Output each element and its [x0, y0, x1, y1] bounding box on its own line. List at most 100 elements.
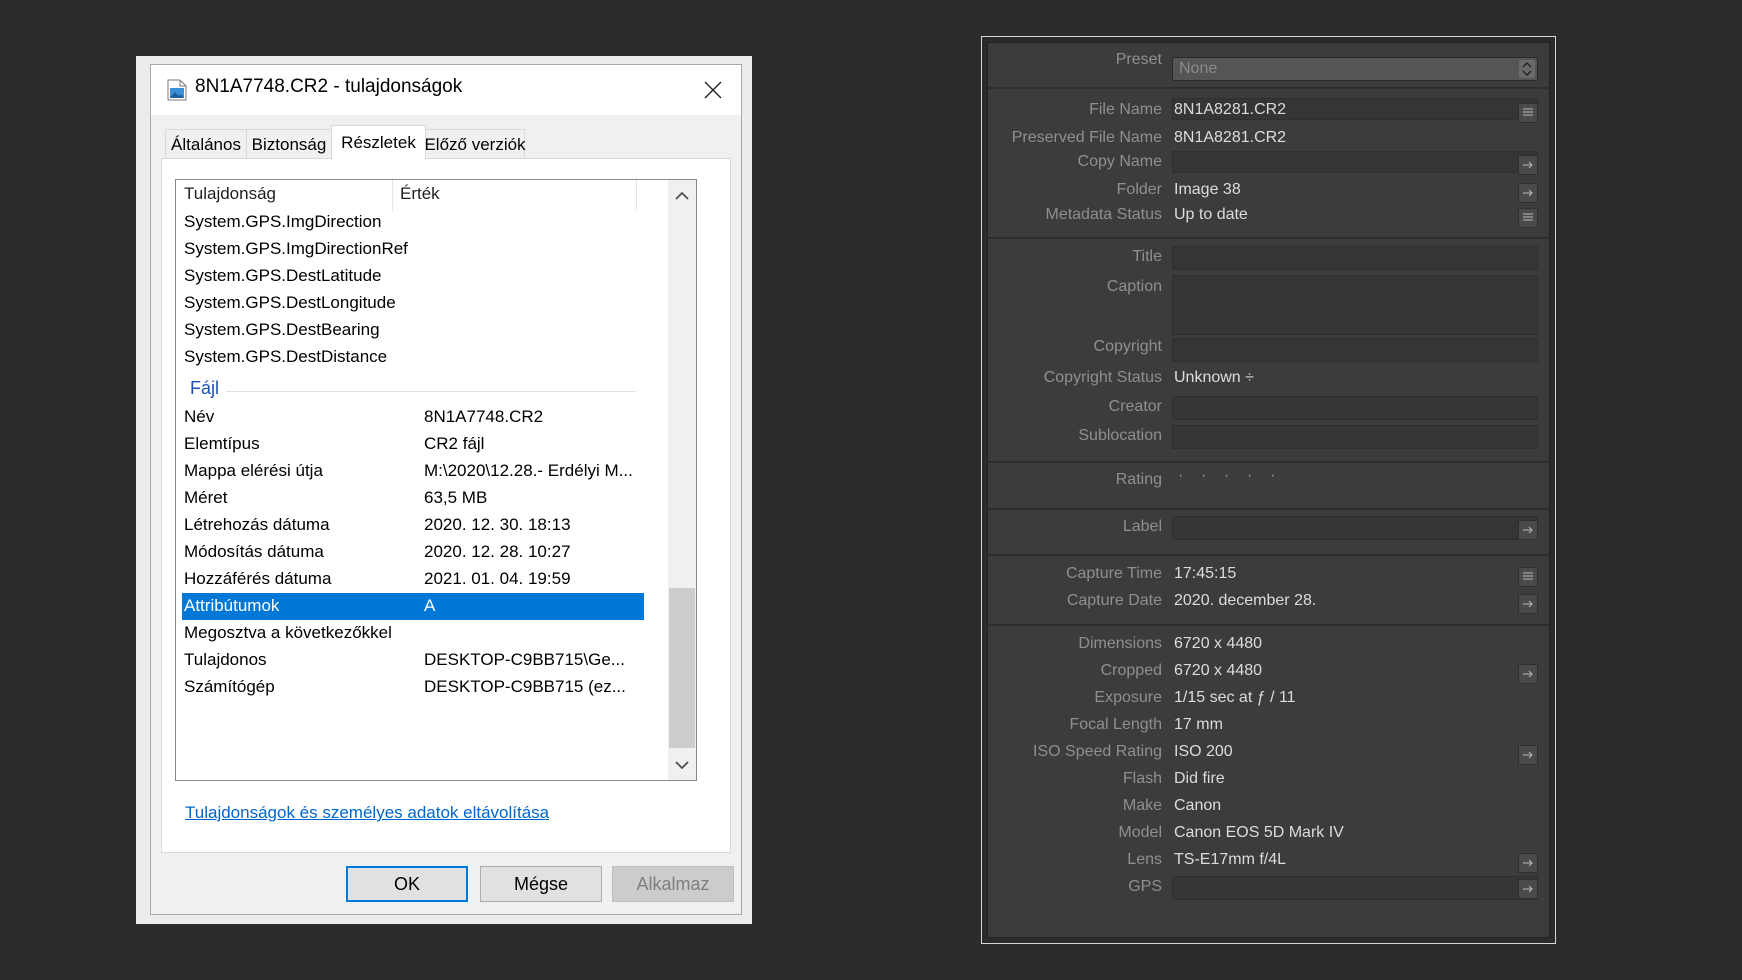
chevron-down-icon [675, 760, 689, 769]
go-to-arrow-icon[interactable] [1518, 745, 1538, 765]
rating-dot-5[interactable]: · [1270, 467, 1275, 485]
title-field[interactable] [1172, 246, 1538, 270]
image-file-icon [167, 79, 187, 101]
tab-security[interactable]: Biztonság [246, 129, 332, 159]
preset-select[interactable]: None [1172, 57, 1538, 81]
apply-button[interactable]: Alkalmaz [612, 866, 734, 902]
preset-value: None [1179, 60, 1218, 77]
file-name-label: File Name [1089, 101, 1162, 118]
column-header-value[interactable]: Érték [400, 184, 440, 204]
exposure-label: Exposure [1094, 689, 1162, 706]
capture-date-value: 2020. december 28. [1174, 592, 1317, 609]
tab-general[interactable]: Általános [165, 129, 247, 159]
go-to-arrow-icon[interactable] [1518, 853, 1538, 873]
folder-label: Folder [1116, 181, 1162, 198]
make-label: Make [1122, 797, 1162, 814]
list-header: Tulajdonság Érték [176, 180, 637, 211]
table-row[interactable]: Név 8N1A7748.CR2 [182, 404, 644, 431]
list-item[interactable]: System.GPS.DestDistance [182, 344, 644, 371]
sublocation-field[interactable] [1172, 425, 1538, 449]
table-row[interactable]: Létrehozás dátuma 2020. 12. 30. 18:13 [182, 512, 644, 539]
go-to-arrow-icon[interactable] [1518, 183, 1538, 203]
go-to-arrow-icon[interactable] [1518, 520, 1538, 540]
label-field[interactable] [1172, 516, 1538, 540]
group-divider [226, 391, 636, 392]
list-item[interactable]: System.GPS.DestLatitude [182, 263, 644, 290]
go-to-arrow-icon[interactable] [1518, 594, 1538, 614]
flash-value: Did fire [1174, 770, 1225, 787]
metadata-panel-body: Preset None File Name 8N1A8281.CR2 Prese… [987, 42, 1550, 938]
list-icon[interactable] [1518, 208, 1538, 228]
remove-properties-link[interactable]: Tulajdonságok és személyes adatok eltávo… [185, 803, 549, 823]
dialog-title: 8N1A7748.CR2 - tulajdonságok [195, 76, 463, 97]
list-item[interactable]: System.GPS.DestBearing [182, 317, 644, 344]
list-icon[interactable] [1518, 567, 1538, 587]
table-row-selected[interactable]: Attribútumok A [182, 593, 644, 620]
lens-value: TS-E17mm f/4L [1174, 851, 1287, 868]
chevron-up-icon [675, 191, 689, 200]
property-list[interactable]: Tulajdonság Érték System.GPS.ImgDirectio… [175, 179, 697, 781]
table-row[interactable]: Méret 63,5 MB [182, 485, 644, 512]
gps-field[interactable] [1172, 876, 1538, 900]
preserved-file-name-label: Preserved File Name [1011, 129, 1162, 146]
dimensions-value: 6720 x 4480 [1174, 635, 1263, 652]
scroll-up-button[interactable] [668, 180, 696, 210]
cropped-value: 6720 x 4480 [1174, 662, 1263, 679]
tab-previous-versions[interactable]: Előző verziók [424, 129, 526, 159]
table-row[interactable]: Hozzáférés dátuma 2021. 01. 04. 19:59 [182, 566, 644, 593]
close-button[interactable] [685, 65, 741, 115]
go-to-arrow-icon[interactable] [1518, 879, 1538, 899]
caption-field[interactable] [1172, 275, 1538, 335]
metadata-status-label: Metadata Status [1045, 206, 1162, 223]
table-row[interactable]: Megosztva a következőkkel [182, 620, 644, 647]
table-row[interactable]: Elemtípus CR2 fájl [182, 431, 644, 458]
table-row[interactable]: Tulajdonos DESKTOP-C9BB715\Ge... [182, 647, 644, 674]
table-row[interactable]: Mappa elérési útja M:\2020\12.28.- Erdély… [182, 458, 644, 485]
rating-dot-4[interactable]: · [1247, 467, 1252, 485]
column-divider[interactable] [636, 180, 637, 211]
copyright-status-select[interactable]: Unknown ÷ [1174, 369, 1254, 387]
creator-label: Creator [1108, 398, 1162, 415]
list-icon[interactable] [1518, 103, 1538, 123]
list-item[interactable]: System.GPS.DestLongitude [182, 290, 644, 317]
focal-length-value: 17 mm [1174, 716, 1223, 733]
dimensions-label: Dimensions [1078, 635, 1162, 652]
vertical-scrollbar[interactable] [668, 180, 696, 780]
cancel-button[interactable]: Mégse [480, 866, 602, 902]
creator-field[interactable] [1172, 396, 1538, 420]
exposure-value: 1/15 sec at ƒ / 11 [1174, 689, 1296, 706]
copy-name-label: Copy Name [1077, 153, 1162, 170]
go-to-arrow-icon[interactable] [1518, 664, 1538, 684]
ok-button[interactable]: OK [346, 866, 468, 902]
table-row[interactable]: Módosítás dátuma 2020. 12. 28. 10:27 [182, 539, 644, 566]
go-to-arrow-icon[interactable] [1518, 155, 1538, 175]
column-header-property[interactable]: Tulajdonság [184, 184, 276, 204]
lens-label: Lens [1127, 851, 1162, 868]
section-divider [988, 508, 1549, 510]
title-bar[interactable]: 8N1A7748.CR2 - tulajdonságok [151, 65, 741, 115]
flash-label: Flash [1122, 770, 1162, 787]
capture-time-value: 17:45:15 [1174, 565, 1237, 582]
iso-label: ISO Speed Rating [1033, 743, 1162, 760]
section-divider [988, 237, 1549, 239]
list-item[interactable]: System.GPS.ImgDirectionRef [182, 236, 644, 263]
list-item[interactable]: System.GPS.ImgDirection [182, 209, 644, 236]
gps-label: GPS [1128, 878, 1162, 895]
scroll-down-button[interactable] [668, 750, 696, 780]
copyright-label: Copyright [1093, 338, 1162, 355]
scroll-thumb[interactable] [669, 588, 695, 748]
sublocation-label: Sublocation [1078, 427, 1162, 444]
copy-name-field[interactable] [1172, 151, 1538, 173]
table-row[interactable]: Számítógép DESKTOP-C9BB715 (ez... [182, 674, 644, 701]
rating-dot-3[interactable]: · [1224, 467, 1229, 485]
label-label: Label [1122, 518, 1162, 535]
properties-dialog: 8N1A7748.CR2 - tulajdonságok Általános B… [150, 64, 742, 915]
tab-details[interactable]: Részletek [331, 125, 426, 160]
column-divider[interactable] [392, 180, 393, 211]
title-label: Title [1132, 248, 1162, 265]
rating-dot-2[interactable]: · [1201, 467, 1206, 485]
copyright-field[interactable] [1172, 338, 1538, 362]
rating-dot-1[interactable]: · [1178, 467, 1183, 485]
rating-stars[interactable]: · · · · · [1174, 467, 1284, 491]
focal-length-label: Focal Length [1069, 716, 1162, 733]
